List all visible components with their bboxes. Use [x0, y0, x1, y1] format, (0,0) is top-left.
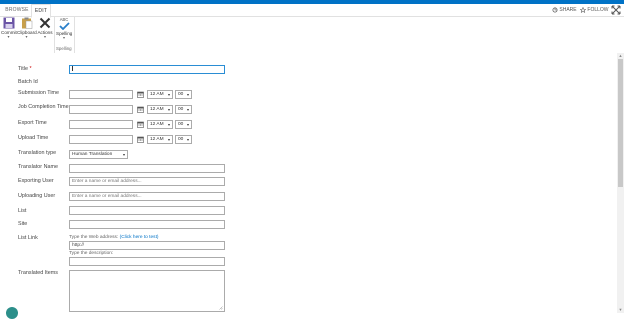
chevron-down-icon: ▾	[62, 35, 65, 40]
clipboard-button[interactable]: Clipboard ▾	[17, 17, 37, 39]
site-label: Site	[18, 221, 28, 227]
click-to-test-link[interactable]: (Click here to test)	[120, 235, 159, 240]
uploading-user-people-picker[interactable]: Enter a name or email address...	[69, 192, 225, 201]
chevron-down-icon: ▾	[7, 34, 10, 39]
checkmark-icon	[58, 22, 70, 30]
upload-minute-select[interactable]: 00 ▾	[175, 135, 192, 144]
ribbon: Commit ▾ Clipboard ▾ Actions ▾ ABC Spell…	[0, 17, 624, 53]
submission-time-label: Submission Time	[18, 90, 60, 96]
tab-edit[interactable]: EDIT	[31, 4, 51, 18]
description-hint: Type the description:	[69, 251, 114, 256]
translation-type-select[interactable]: Human Translation ▾	[69, 150, 128, 159]
chevron-down-icon: ▾	[122, 152, 125, 157]
job-completion-hour-select[interactable]: 12 AM ▾	[147, 105, 173, 114]
title-label: Title *	[18, 66, 32, 72]
commit-button[interactable]: Commit ▾	[1, 17, 17, 39]
submission-hour-select[interactable]: 12 AM ▾	[147, 90, 173, 99]
calendar-icon[interactable]	[137, 121, 144, 128]
required-marker: *	[27, 66, 32, 72]
url-description-input[interactable]	[69, 257, 225, 266]
batch-id-label: Batch Id	[18, 79, 38, 85]
scrollbar-thumb[interactable]	[618, 59, 623, 187]
calendar-icon[interactable]	[137, 136, 144, 143]
upload-time-label: Upload Time	[18, 135, 49, 141]
scroll-down-arrow-icon[interactable]: ▼	[617, 307, 624, 313]
tab-browse[interactable]: BROWSE	[3, 4, 31, 16]
export-minute-select[interactable]: 00 ▾	[175, 120, 192, 129]
upload-hour-select[interactable]: 12 AM ▾	[147, 135, 173, 144]
focus-on-content-icon[interactable]	[610, 4, 622, 16]
actions-button[interactable]: Actions ▾	[37, 17, 53, 39]
calendar-icon[interactable]	[137, 91, 144, 98]
exporting-user-label: Exporting User	[18, 178, 54, 184]
chevron-down-icon: ▾	[186, 92, 189, 97]
upload-date-input[interactable]	[69, 135, 133, 144]
job-completion-minute-select[interactable]: 00 ▾	[175, 105, 192, 114]
translator-name-input[interactable]	[69, 164, 225, 173]
uploading-user-label: Uploading User	[18, 193, 56, 199]
chevron-down-icon: ▾	[186, 137, 189, 142]
translation-type-label: Translation type	[18, 150, 57, 156]
chevron-down-icon: ▾	[186, 122, 189, 127]
chevron-down-icon: ▾	[25, 34, 28, 39]
export-date-input[interactable]	[69, 120, 133, 129]
export-hour-select[interactable]: 12 AM ▾	[147, 120, 173, 129]
submission-date-input[interactable]	[69, 90, 133, 99]
page-scrollbar[interactable]: ▲ ▼	[617, 53, 624, 313]
star-icon	[579, 6, 587, 13]
ribbon-tabs: BROWSE EDIT	[0, 4, 624, 18]
list-input[interactable]	[69, 206, 225, 215]
export-time-label: Export Time	[18, 120, 47, 126]
translator-name-label: Translator Name	[18, 164, 58, 170]
share-icon	[552, 7, 558, 13]
title-input[interactable]	[69, 65, 225, 74]
job-completion-date-input[interactable]	[69, 105, 133, 114]
chevron-down-icon: ▾	[186, 107, 189, 112]
translated-items-textarea[interactable]	[69, 270, 225, 312]
chevron-down-icon: ▾	[167, 137, 170, 142]
spelling-button[interactable]: ABC Spelling ▾	[56, 17, 72, 40]
translated-items-label: Translated Items	[18, 270, 58, 276]
ribbon-group-separator	[74, 17, 75, 53]
exporting-user-people-picker[interactable]: Enter a name or email address...	[69, 177, 225, 186]
calendar-icon[interactable]	[137, 106, 144, 113]
text-cursor	[72, 66, 73, 72]
share-label: SHARE	[559, 7, 577, 13]
chevron-down-icon: ▾	[43, 34, 46, 39]
follow-label: FOLLOW	[587, 7, 609, 13]
chevron-down-icon: ▾	[167, 122, 170, 127]
url-input[interactable]: http://	[69, 241, 225, 250]
delete-x-icon	[39, 17, 51, 29]
resize-grip-icon[interactable]	[219, 306, 223, 310]
clipboard-icon	[21, 17, 32, 29]
job-completion-time-label: Job Completion Time	[18, 104, 69, 110]
web-address-hint: Type the Web address: (Click here to tes…	[69, 235, 159, 240]
chevron-down-icon: ▾	[167, 92, 170, 97]
site-input[interactable]	[69, 220, 225, 229]
chevron-down-icon: ▾	[167, 107, 170, 112]
share-button[interactable]: SHARE	[552, 4, 577, 16]
ribbon-group-separator	[54, 17, 55, 53]
app-launcher-icon[interactable]	[6, 307, 18, 319]
save-icon	[3, 17, 14, 29]
submission-minute-select[interactable]: 00 ▾	[175, 90, 192, 99]
list-link-label: List Link	[18, 235, 38, 241]
list-label: List	[18, 208, 27, 214]
spelling-group-label: Spelling	[56, 46, 72, 51]
follow-button[interactable]: FOLLOW	[579, 4, 609, 16]
